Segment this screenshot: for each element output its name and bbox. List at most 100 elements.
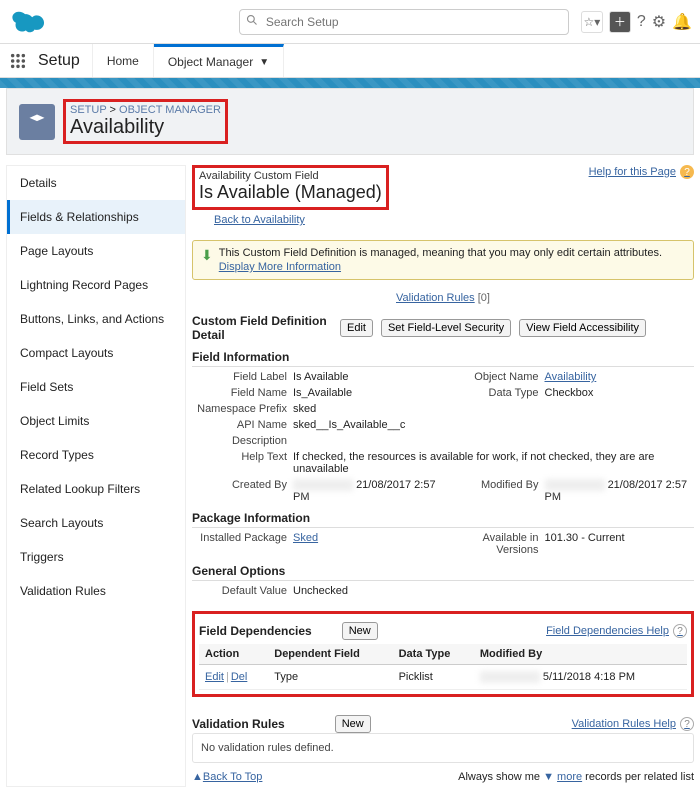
notice-text: This Custom Field Definition is managed,…: [219, 247, 662, 259]
dep-field-cell: Type: [268, 665, 392, 690]
k-api-name: API Name: [192, 419, 287, 431]
notice-more-link[interactable]: Display More Information: [219, 261, 662, 273]
notification-icon[interactable]: 🔔: [672, 12, 692, 32]
field-deps-help[interactable]: Field Dependencies Help ?: [546, 624, 687, 638]
search-icon: [246, 14, 258, 29]
breadcrumb-object-manager[interactable]: OBJECT MANAGER: [119, 104, 221, 116]
sidebar-item-details[interactable]: Details: [7, 166, 185, 200]
new-dep-button[interactable]: New: [342, 622, 378, 640]
tab-home[interactable]: Home: [93, 44, 154, 77]
new-validation-button[interactable]: New: [335, 715, 371, 733]
field-deps-table: Action Dependent Field Data Type Modifie…: [199, 644, 687, 690]
favorite-icon[interactable]: ☆▾: [581, 11, 603, 33]
page-header: SETUP > OBJECT MANAGER Availability: [6, 88, 694, 155]
view-accessibility-button[interactable]: View Field Accessibility: [519, 319, 646, 337]
sidebar-item-compact-layouts[interactable]: Compact Layouts: [7, 336, 185, 370]
sidebar-item-validation-rules[interactable]: Validation Rules: [7, 574, 185, 608]
sidebar-item-buttons-links[interactable]: Buttons, Links, and Actions: [7, 302, 185, 336]
sidebar-item-record-types[interactable]: Record Types: [7, 438, 185, 472]
topbar: ☆▾ ＋ ? ⚙ 🔔: [0, 0, 700, 44]
help-circle-icon: ?: [680, 717, 694, 731]
chevron-down-icon: ▼: [259, 57, 269, 68]
edit-button[interactable]: Edit: [340, 319, 373, 337]
validation-rules-count: [0]: [478, 292, 490, 304]
col-mod-by: Modified By: [474, 644, 687, 665]
detail-title: Custom Field Definition Detail: [192, 314, 332, 342]
v-avail-versions: 101.30 - Current: [545, 532, 695, 556]
sidebar-item-search-layouts[interactable]: Search Layouts: [7, 506, 185, 540]
tab-object-manager[interactable]: Object Manager ▼: [154, 44, 284, 77]
blue-strip: [0, 78, 700, 88]
content: Details Fields & Relationships Page Layo…: [6, 165, 694, 787]
breadcrumb: SETUP > OBJECT MANAGER: [70, 104, 221, 116]
sidebar-item-object-limits[interactable]: Object Limits: [7, 404, 185, 438]
breadcrumb-setup[interactable]: SETUP: [70, 104, 106, 116]
v-installed-pkg: Sked: [293, 532, 443, 556]
field-info-heading: Field Information: [192, 348, 694, 367]
field-info-grid: Field Label Is Available Object Name Ava…: [192, 371, 694, 503]
help-circle-icon: ?: [680, 165, 694, 179]
set-fls-button[interactable]: Set Field-Level Security: [381, 319, 511, 337]
v-object-name: Availability: [545, 371, 695, 383]
sidebar-item-page-layouts[interactable]: Page Layouts: [7, 234, 185, 268]
always-show-text: Always show me: [458, 771, 540, 783]
sidebar-item-field-sets[interactable]: Field Sets: [7, 370, 185, 404]
sidebar-item-triggers[interactable]: Triggers: [7, 540, 185, 574]
validation-rules-help[interactable]: Validation Rules Help ?: [572, 717, 694, 731]
validation-rules-header: Validation Rules New Validation Rules He…: [192, 711, 694, 733]
k-ns-prefix: Namespace Prefix: [192, 403, 287, 415]
sidebar-item-lightning-pages[interactable]: Lightning Record Pages: [7, 268, 185, 302]
dep-edit-link[interactable]: Edit: [205, 671, 224, 683]
col-data-type: Data Type: [393, 644, 474, 665]
download-icon: ⬇: [201, 247, 213, 273]
add-icon[interactable]: ＋: [609, 11, 631, 33]
back-link[interactable]: Back to Availability: [214, 214, 305, 226]
salesforce-logo: [10, 9, 48, 35]
page-title: Availability: [70, 116, 221, 139]
validation-empty: No validation rules defined.: [192, 733, 694, 763]
sidebar: Details Fields & Relationships Page Layo…: [6, 165, 186, 787]
dep-mod-date: 5/11/2018 4:18 PM: [543, 671, 635, 683]
v-default-value: Unchecked: [293, 585, 694, 597]
validation-anchor: Validation Rules [0]: [192, 292, 694, 304]
k-object-name: Object Name: [449, 371, 539, 383]
installed-pkg-link[interactable]: Sked: [293, 532, 318, 544]
v-created-by: 21/08/2017 2:57 PM: [293, 479, 443, 503]
header-actions: ☆▾ ＋ ? ⚙ 🔔: [581, 11, 692, 33]
pkg-heading: Package Information: [192, 509, 694, 528]
gen-heading: General Options: [192, 562, 694, 581]
v-help-text: If checked, the resources is available f…: [293, 451, 694, 475]
field-dependencies-block: Field Dependencies New Field Dependencie…: [192, 611, 694, 697]
tab-object-manager-label: Object Manager: [168, 55, 253, 69]
validation-rules-help-label: Validation Rules Help: [572, 718, 676, 730]
page-help-link[interactable]: Help for this Page ?: [589, 165, 694, 179]
back-to-top-link[interactable]: Back To Top: [203, 771, 263, 783]
gear-icon[interactable]: ⚙: [652, 12, 666, 32]
nav-title: Setup: [36, 44, 93, 77]
v-ns-prefix: sked: [293, 403, 694, 415]
validation-rules-anchor-link[interactable]: Validation Rules: [396, 292, 475, 304]
sidebar-item-lookup-filters[interactable]: Related Lookup Filters: [7, 472, 185, 506]
dep-type-cell: Picklist: [393, 665, 474, 690]
validation-rules-heading: Validation Rules: [192, 717, 285, 731]
v-field-label: Is Available: [293, 371, 443, 383]
k-field-name: Field Name: [192, 387, 287, 399]
k-created-by: Created By: [192, 479, 287, 503]
dep-del-link[interactable]: Del: [231, 671, 248, 683]
object-name-link[interactable]: Availability: [545, 371, 597, 383]
more-link[interactable]: more: [557, 771, 582, 783]
managed-notice: ⬇ This Custom Field Definition is manage…: [192, 240, 694, 280]
main: Availability Custom Field Is Available (…: [192, 165, 694, 787]
app-launcher-icon[interactable]: [0, 44, 36, 77]
field-title: Is Available (Managed): [199, 182, 382, 203]
sidebar-item-fields[interactable]: Fields & Relationships: [7, 200, 185, 234]
col-dep-field: Dependent Field: [268, 644, 392, 665]
global-search[interactable]: [239, 9, 569, 35]
dep-modby-cell: 5/11/2018 4:18 PM: [474, 665, 687, 690]
k-data-type: Data Type: [449, 387, 539, 399]
blurred-user: [480, 671, 540, 683]
search-input[interactable]: [264, 14, 562, 30]
pkg-grid: Installed Package Sked Available in Vers…: [192, 532, 694, 556]
k-field-label: Field Label: [192, 371, 287, 383]
help-icon[interactable]: ?: [637, 13, 646, 31]
